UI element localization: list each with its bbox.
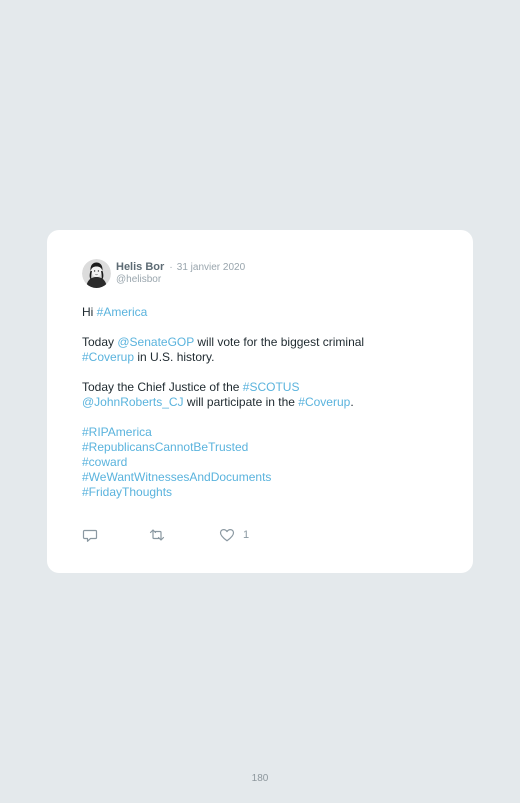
body-text: will vote for the biggest criminal — [194, 335, 365, 349]
body-text: Today the Chief Justice of the — [82, 380, 243, 394]
mention-link[interactable]: @SenateGOP — [117, 335, 194, 349]
mention-link[interactable]: @JohnRoberts_CJ — [82, 395, 184, 409]
hashtag-link[interactable]: #FridayThoughts — [82, 485, 452, 500]
hashtag-link[interactable]: #coward — [82, 455, 452, 470]
tweet-header: Helis Bor · 31 janvier 2020 — [116, 261, 245, 273]
hashtag-link[interactable]: #America — [97, 305, 148, 319]
tweet-date[interactable]: 31 janvier 2020 — [177, 262, 245, 273]
avatar[interactable] — [82, 259, 111, 288]
body-line: Hi #America — [82, 305, 452, 320]
body-text: in U.S. history. — [134, 350, 215, 364]
tweet-card: Helis Bor · 31 janvier 2020 @helisbor Hi… — [47, 230, 473, 573]
author-handle[interactable]: @helisbor — [116, 274, 161, 285]
body-line: Today the Chief Justice of the #SCOTUS — [82, 380, 452, 395]
body-text: Today — [82, 335, 118, 349]
reply-button[interactable] — [82, 527, 98, 543]
hashtag-link[interactable]: #RepublicansCannotBeTrusted — [82, 440, 452, 455]
body-line: @JohnRoberts_CJ will participate in the … — [82, 395, 452, 410]
hashtag-link[interactable]: #WeWantWitnessesAndDocuments — [82, 470, 452, 485]
reply-icon — [82, 529, 98, 542]
like-button[interactable]: 1 — [219, 527, 249, 543]
tweet-actions: 1 — [82, 527, 282, 543]
like-count: 1 — [243, 529, 250, 541]
hashtag-link[interactable]: #RIPAmerica — [82, 425, 452, 440]
body-text: . — [350, 395, 354, 409]
body-line: #Coverup in U.S. history. — [82, 350, 452, 365]
tweet-body: Hi #America Today @SenateGOP will vote f… — [82, 305, 452, 500]
body-text: will participate in the — [183, 395, 299, 409]
hashtag-link[interactable]: #Coverup — [82, 350, 134, 364]
page-number: 180 — [251, 773, 269, 784]
retweet-button[interactable] — [149, 527, 165, 543]
body-line: Today @SenateGOP will vote for the bigge… — [82, 335, 452, 350]
body-text: Hi — [82, 305, 97, 319]
author-name[interactable]: Helis Bor — [116, 261, 164, 273]
retweet-icon — [149, 529, 165, 541]
hashtag-link[interactable]: #SCOTUS — [243, 380, 300, 394]
header-separator: · — [169, 262, 173, 273]
heart-icon — [219, 529, 235, 542]
avatar-portrait-image — [82, 259, 111, 288]
hashtag-link[interactable]: #Coverup — [298, 395, 350, 409]
